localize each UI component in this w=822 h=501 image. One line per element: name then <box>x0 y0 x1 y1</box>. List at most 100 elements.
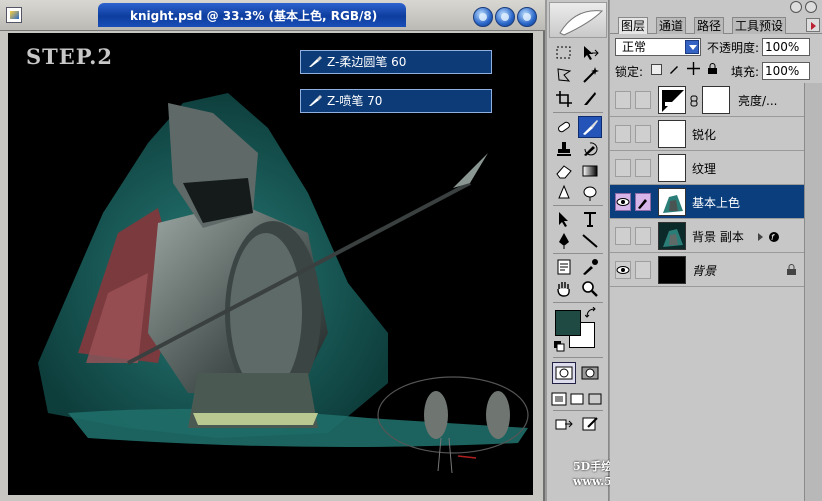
palette-tabs: 图层 通道 路径 工具预设 <box>610 16 822 34</box>
move-icon <box>584 46 599 60</box>
fill-value: 100% <box>765 64 800 78</box>
default-colors-icon[interactable] <box>553 340 565 352</box>
gradient-tool[interactable] <box>578 160 602 182</box>
screen-mode-full[interactable] <box>586 388 604 410</box>
tab-tool-presets[interactable]: 工具预设 <box>732 17 787 34</box>
layers-empty-area <box>610 290 804 501</box>
knight-thumbnail <box>663 229 683 247</box>
opacity-field[interactable]: 100% <box>762 38 810 56</box>
toolbox-feather-logo[interactable] <box>549 2 607 38</box>
fill-field[interactable]: 100% <box>762 62 810 80</box>
eyedropper-tool[interactable] <box>578 256 602 278</box>
dodge-tool[interactable] <box>578 182 602 204</box>
layer-mask-thumbnail[interactable] <box>702 86 730 114</box>
link-toggle[interactable] <box>635 125 651 143</box>
jump-to-imageready-button[interactable] <box>552 413 576 435</box>
foreground-color-swatch[interactable] <box>555 310 581 336</box>
brush-tag-1: Z-柔边圆笔 60 <box>300 50 492 74</box>
link-toggle[interactable] <box>635 91 651 109</box>
hand-icon <box>557 282 570 297</box>
magic-wand-tool[interactable] <box>578 64 602 86</box>
layer-row[interactable]: 背景 <box>610 253 804 287</box>
layer-row-selected[interactable]: 基本上色 <box>610 185 804 219</box>
close-button[interactable] <box>517 7 537 27</box>
photoshop-document-icon[interactable] <box>6 7 22 23</box>
visibility-toggle[interactable] <box>615 227 631 245</box>
marquee-tool[interactable] <box>552 42 576 64</box>
layer-thumbnail <box>658 154 686 182</box>
minimize-button[interactable] <box>473 7 493 27</box>
toolbox-separator <box>553 205 603 206</box>
tab-layers[interactable]: 图层 <box>618 17 649 34</box>
blur-tool[interactable] <box>552 182 576 204</box>
clone-stamp-tool[interactable] <box>552 138 576 160</box>
palette-menu-button[interactable] <box>806 18 820 32</box>
edit-in-button[interactable] <box>578 413 602 435</box>
crop-tool[interactable] <box>552 88 576 110</box>
visibility-toggle[interactable] <box>615 125 631 143</box>
zoom-tool[interactable] <box>578 278 602 300</box>
crop-icon <box>556 91 572 107</box>
maximize-button[interactable] <box>495 7 515 27</box>
quick-mask-button[interactable] <box>578 362 602 384</box>
tab-paths[interactable]: 路径 <box>694 17 725 34</box>
lock-pixels-icon[interactable] <box>668 62 681 75</box>
palette-close-button[interactable] <box>805 1 817 13</box>
link-toggle[interactable] <box>635 261 651 279</box>
line-tool[interactable] <box>578 230 602 252</box>
screen-mode-full-menu[interactable] <box>568 388 586 410</box>
eye-icon <box>616 266 630 274</box>
link-toggle[interactable] <box>635 193 651 211</box>
link-toggle[interactable] <box>635 227 651 245</box>
path-select-tool[interactable] <box>552 208 576 230</box>
pen-tool[interactable] <box>552 230 576 252</box>
layer-row[interactable]: 锐化 <box>610 117 804 151</box>
blend-mode-select[interactable]: 正常 <box>615 38 701 56</box>
layer-name: 亮度/... <box>738 94 778 108</box>
link-toggle[interactable] <box>635 159 651 177</box>
move-tool[interactable] <box>578 42 602 64</box>
chevron-down-icon <box>685 40 699 54</box>
lock-transparency-checkbox[interactable] <box>651 64 662 75</box>
lock-label: 锁定: <box>615 65 644 79</box>
edit-icon <box>582 417 598 431</box>
layer-row[interactable]: 背景 副本 f <box>610 219 804 253</box>
lock-all-icon[interactable] <box>706 62 719 75</box>
layer-row[interactable]: 纹理 <box>610 151 804 185</box>
visibility-toggle[interactable] <box>615 261 631 279</box>
hand-tool[interactable] <box>552 278 576 300</box>
feather-icon <box>559 10 604 36</box>
notes-tool[interactable] <box>552 256 576 278</box>
screen-mode-standard[interactable] <box>550 388 568 410</box>
brush-tool[interactable] <box>578 116 602 138</box>
layer-name: 背景 副本 <box>692 230 744 244</box>
document-title-bar[interactable]: knight.psd @ 33.3% (基本上色, RGB/8) <box>0 0 545 31</box>
history-brush-tool[interactable] <box>578 138 602 160</box>
brush-icon <box>309 95 322 106</box>
layer-effects-icon[interactable]: f <box>758 231 782 243</box>
lock-position-icon[interactable] <box>687 62 700 75</box>
tab-channels[interactable]: 通道 <box>656 17 687 34</box>
image-canvas[interactable]: STEP.2 Z-柔边圆笔 60 Z-喷笔 70 <box>8 33 533 495</box>
palette-title-strip[interactable] <box>610 0 822 16</box>
dodge-icon <box>583 186 597 201</box>
standard-mode-button[interactable] <box>552 362 576 384</box>
screen-mode-icon <box>588 393 602 405</box>
palette-minimize-button[interactable] <box>790 1 802 13</box>
history-brush-icon <box>584 142 598 156</box>
visibility-toggle[interactable] <box>615 159 631 177</box>
lasso-tool[interactable] <box>552 64 576 86</box>
visibility-toggle[interactable] <box>615 91 631 109</box>
toolbox-separator <box>553 302 603 303</box>
toolbox-separator <box>553 112 603 113</box>
slice-tool[interactable] <box>578 88 602 110</box>
type-tool[interactable] <box>578 208 602 230</box>
swap-colors-icon[interactable] <box>585 307 597 319</box>
brush-icon <box>638 199 647 209</box>
layer-thumbnail <box>658 256 686 284</box>
layer-row[interactable]: 亮度/... <box>610 83 804 117</box>
visibility-toggle[interactable] <box>615 193 631 211</box>
layers-scrollbar[interactable] <box>804 83 822 501</box>
eraser-tool[interactable] <box>552 160 576 182</box>
healing-brush-tool[interactable] <box>552 116 576 138</box>
